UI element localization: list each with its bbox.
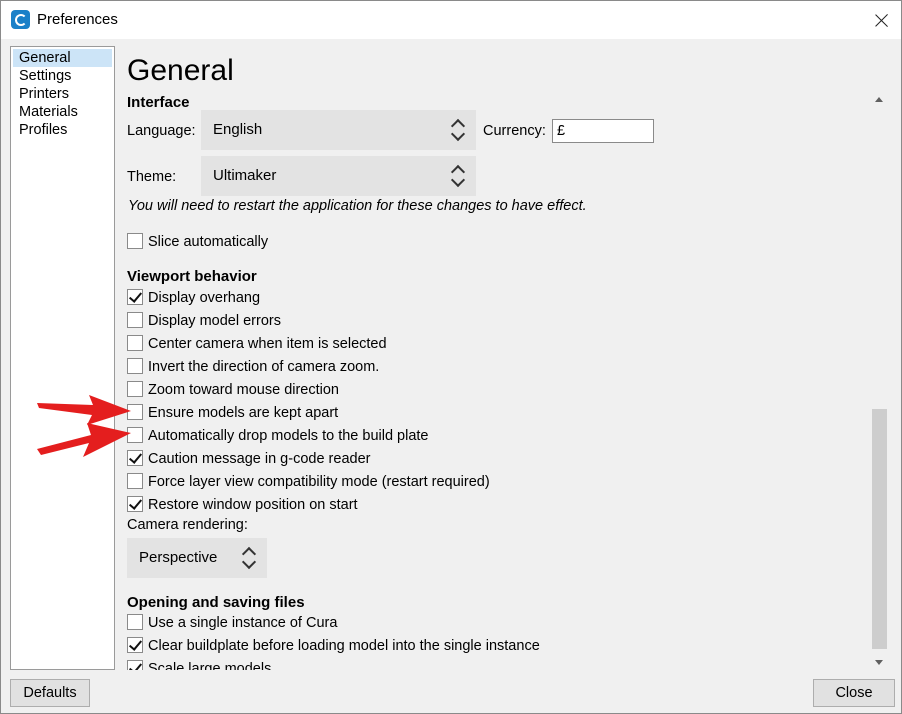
scale-large-models-checkbox[interactable] <box>127 659 143 670</box>
updown-chevron-icon <box>450 119 466 141</box>
window-title: Preferences <box>37 11 118 28</box>
close-button[interactable]: Close <box>813 679 895 707</box>
theme-select[interactable]: Ultimaker <box>201 156 476 196</box>
scroll-down-arrow-icon[interactable] <box>871 654 888 671</box>
title-bar: Preferences <box>1 1 901 39</box>
language-label: Language: <box>127 123 196 139</box>
option-label: Center camera when item is selected <box>148 336 387 352</box>
center-camera-option[interactable]: Center camera when item is selected <box>127 334 387 354</box>
theme-select-value: Ultimaker <box>213 167 277 184</box>
sidebar-item-profiles[interactable]: Profiles <box>11 121 114 139</box>
option-label: Display overhang <box>148 290 261 306</box>
scale-large-models-option[interactable]: Scale large models <box>127 659 271 670</box>
display-model-errors-checkbox[interactable] <box>127 311 143 328</box>
option-label: Automatically drop models to the build p… <box>148 428 429 444</box>
option-label: Scale large models <box>148 661 272 670</box>
clear-buildplate-option[interactable]: Clear buildplate before loading model in… <box>127 636 540 656</box>
layer-view-compat-checkbox[interactable] <box>127 472 143 489</box>
layer-view-compat-option[interactable]: Force layer view compatibility mode (res… <box>127 472 490 492</box>
files-section-label: Opening and saving files <box>127 594 305 611</box>
preferences-sidebar: General Settings Printers Materials Prof… <box>10 46 115 670</box>
option-label: Ensure models are kept apart <box>148 405 339 421</box>
camera-rendering-value: Perspective <box>139 549 218 566</box>
viewport-section-label: Viewport behavior <box>127 268 257 285</box>
option-label: Force layer view compatibility mode (res… <box>148 474 490 490</box>
updown-chevron-icon <box>450 165 466 187</box>
option-label: Zoom toward mouse direction <box>148 382 339 398</box>
sidebar-item-materials[interactable]: Materials <box>11 103 114 121</box>
preferences-window: Preferences General Settings Printers Ma… <box>0 0 902 714</box>
drop-to-buildplate-option[interactable]: Automatically drop models to the build p… <box>127 426 429 446</box>
vertical-scrollbar[interactable] <box>871 91 888 671</box>
single-instance-checkbox[interactable] <box>127 613 143 630</box>
sidebar-item-general[interactable]: General <box>13 49 112 67</box>
zoom-to-mouse-option[interactable]: Zoom toward mouse direction <box>127 380 339 400</box>
scroll-up-arrow-icon[interactable] <box>871 91 888 108</box>
restore-window-option[interactable]: Restore window position on start <box>127 495 358 515</box>
cura-icon <box>11 10 30 29</box>
gcode-caution-option[interactable]: Caution message in g-code reader <box>127 449 370 469</box>
currency-input[interactable]: £ <box>552 119 654 143</box>
center-camera-checkbox[interactable] <box>127 334 143 351</box>
general-page: General Interface Language: English Curr… <box>121 46 871 670</box>
clear-buildplate-checkbox[interactable] <box>127 636 143 653</box>
option-label: Restore window position on start <box>148 497 358 513</box>
option-label: Invert the direction of camera zoom. <box>148 359 380 375</box>
slice-automatically-checkbox[interactable] <box>127 232 143 249</box>
option-label: Use a single instance of Cura <box>148 615 338 631</box>
language-select-value: English <box>213 121 263 138</box>
option-label: Caution message in g-code reader <box>148 451 371 467</box>
theme-label: Theme: <box>127 169 177 185</box>
language-select[interactable]: English <box>201 110 476 150</box>
invert-zoom-option[interactable]: Invert the direction of camera zoom. <box>127 357 379 377</box>
option-label: Display model errors <box>148 313 281 329</box>
sidebar-item-printers[interactable]: Printers <box>11 85 114 103</box>
scrollbar-thumb[interactable] <box>872 409 887 649</box>
display-overhang-option[interactable]: Display overhang <box>127 288 260 308</box>
page-title: General <box>127 54 234 87</box>
sidebar-item-settings[interactable]: Settings <box>11 67 114 85</box>
currency-label: Currency: <box>483 123 546 139</box>
annotation-arrow-icon <box>37 423 131 457</box>
close-icon[interactable] <box>865 3 899 37</box>
defaults-button[interactable]: Defaults <box>10 679 90 707</box>
option-label: Slice automatically <box>148 234 269 250</box>
keep-models-apart-option[interactable]: Ensure models are kept apart <box>127 403 338 423</box>
restart-note: You will need to restart the application… <box>128 198 587 214</box>
display-model-errors-option[interactable]: Display model errors <box>127 311 281 331</box>
interface-section-label: Interface <box>127 94 190 111</box>
restore-window-checkbox[interactable] <box>127 495 143 512</box>
option-label: Clear buildplate before loading model in… <box>148 638 540 654</box>
invert-zoom-checkbox[interactable] <box>127 357 143 374</box>
updown-chevron-icon <box>241 547 257 569</box>
display-overhang-checkbox[interactable] <box>127 288 143 305</box>
slice-automatically-option[interactable]: Slice automatically <box>127 232 268 252</box>
single-instance-option[interactable]: Use a single instance of Cura <box>127 613 337 633</box>
camera-rendering-select[interactable]: Perspective <box>127 538 267 578</box>
camera-rendering-label: Camera rendering: <box>127 517 248 533</box>
